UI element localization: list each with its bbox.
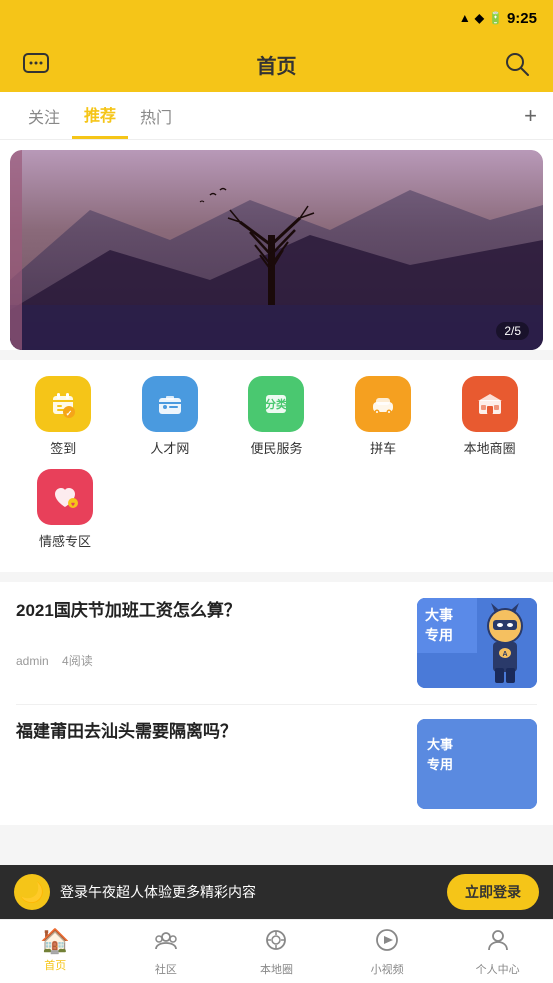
notif-avatar-emoji: 🌙 [20,880,45,905]
notif-text: 登录午夜超人体验更多精彩内容 [60,882,437,902]
battery-icon: 🔋 [488,11,503,25]
svg-text:大事: 大事 [425,607,453,623]
icon-emotion[interactable]: ♥ 情感专区 [20,469,110,550]
svg-text:大事: 大事 [427,737,453,752]
icons-row-2: ♥ 情感专区 [10,469,543,550]
checkin-icon: ✓ [35,376,91,432]
search-button[interactable] [499,46,535,82]
nav-profile[interactable]: 个人中心 [442,920,553,983]
card-1-reads: 4阅读 [62,654,93,668]
local-biz-icon [462,376,518,432]
service-icon: 分类 [248,376,304,432]
nav-video[interactable]: 小视频 [332,920,443,983]
banner-carousel[interactable]: 2/5 [10,150,543,350]
bottom-nav: 🏠 首页 社区 本地圈 [0,919,553,983]
card-1-title: 2021国庆节加班工资怎么算？ [16,598,405,624]
banner-section: 2/5 [0,140,553,350]
time-display: 9:25 [507,10,537,27]
svg-text:♥: ♥ [71,502,75,509]
nav-video-label: 小视频 [371,961,404,977]
community-icon [153,927,179,958]
icon-service[interactable]: 分类 便民服务 [231,376,321,457]
local-biz-label: 本地商圈 [464,438,516,457]
card-1-meta: admin 4阅读 [16,652,405,669]
page-title: 首页 [54,50,499,79]
message-button[interactable] [18,46,54,82]
login-button[interactable]: 立即登录 [447,874,539,910]
svg-text:A: A [502,651,507,658]
content-card-1[interactable]: 2021国庆节加班工资怎么算？ admin 4阅读 大事 专用 [16,598,537,705]
carpool-label: 拼车 [370,438,396,457]
nav-community-label: 社区 [155,961,177,977]
content-card-2[interactable]: 福建莆田去汕头需要隔离吗？ 大事 专用 [16,705,537,809]
icons-row-1: ✓ 签到 人才网 分类 [10,376,543,457]
content-section: 2021国庆节加班工资怎么算？ admin 4阅读 大事 专用 [0,582,553,825]
nav-local[interactable]: 本地圈 [221,920,332,983]
svg-text:分类: 分类 [265,397,288,411]
profile-icon [485,927,511,958]
talent-label: 人才网 [150,438,189,457]
card-2-image: 大事 专用 [417,719,537,809]
banner-counter: 2/5 [496,322,529,340]
notification-bar: 🌙 登录午夜超人体验更多精彩内容 立即登录 [0,865,553,919]
icon-carpool[interactable]: 拼车 [338,376,428,457]
svg-text:✓: ✓ [66,409,73,418]
icons-section: ✓ 签到 人才网 分类 [0,360,553,572]
tab-follow[interactable]: 关注 [16,92,72,139]
nav-profile-label: 个人中心 [476,961,520,977]
card-1-text: 2021国庆节加班工资怎么算？ admin 4阅读 [16,598,405,669]
card-2-text: 福建莆田去汕头需要隔离吗？ [16,719,405,745]
notif-avatar: 🌙 [14,874,50,910]
tab-hot[interactable]: 热门 [128,92,184,139]
video-icon [374,927,400,958]
card-1-author: admin [16,654,49,668]
icon-local-biz[interactable]: 本地商圈 [445,376,535,457]
talent-icon [142,376,198,432]
card-2-title: 福建莆田去汕头需要隔离吗？ [16,719,405,745]
app-header: 首页 [0,36,553,92]
status-bar: ▲ ◆ 🔋 9:25 [0,0,553,36]
nav-home[interactable]: 🏠 首页 [0,920,111,983]
service-label: 便民服务 [250,438,302,457]
nav-local-label: 本地圈 [260,961,293,977]
svg-text:专用: 专用 [425,627,453,643]
nav-home-label: 首页 [44,957,66,973]
emotion-label: 情感专区 [39,531,91,550]
checkin-label: 签到 [50,438,76,457]
nav-community[interactable]: 社区 [111,920,222,983]
banner-image: 2/5 [10,150,543,350]
carpool-icon [355,376,411,432]
icon-checkin[interactable]: ✓ 签到 [18,376,108,457]
tabs-bar: 关注 推荐 热门 + [0,92,553,140]
icon-talent[interactable]: 人才网 [125,376,215,457]
wifi-icon: ▲ [459,11,471,25]
add-tab-button[interactable]: + [524,103,537,129]
home-icon: 🏠 [40,930,70,954]
svg-text:专用: 专用 [427,757,453,772]
tab-recommend[interactable]: 推荐 [72,92,128,139]
local-icon [263,927,289,958]
status-icons: ▲ ◆ 🔋 9:25 [459,10,537,27]
card-1-image: 大事 专用 A [417,598,537,688]
emotion-icon: ♥ [37,469,93,525]
signal-icon: ◆ [475,11,484,25]
